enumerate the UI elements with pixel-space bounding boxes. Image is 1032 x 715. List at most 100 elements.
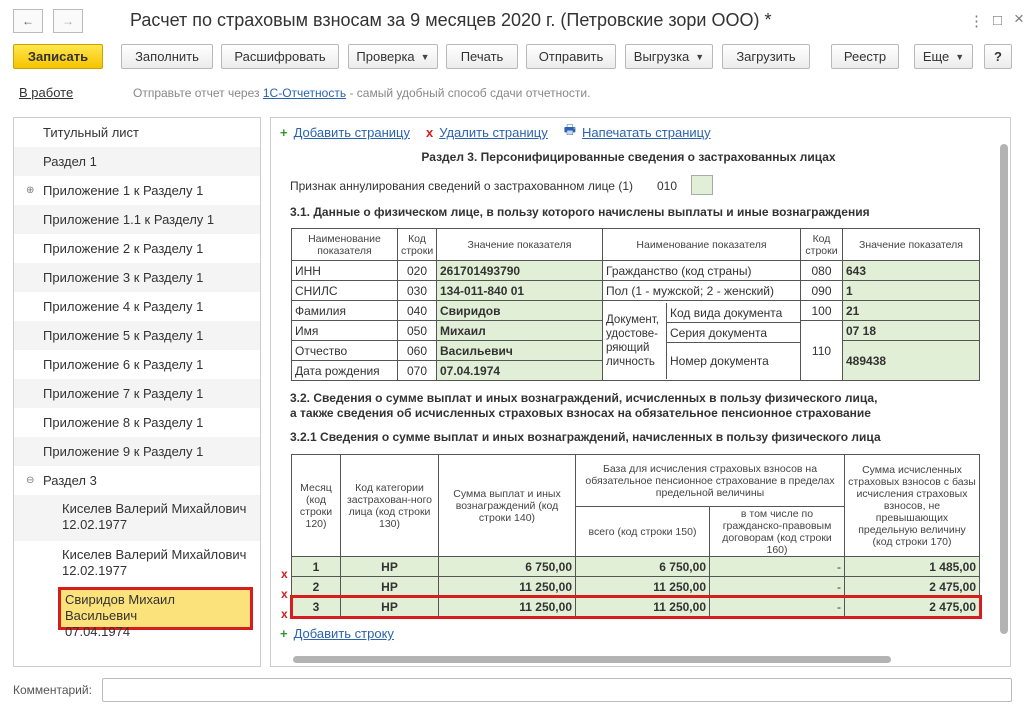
snils-field[interactable]: 134-011-840 01 [436,280,603,301]
s31-title: 3.1. Данные о физическом лице, в пользу … [290,205,870,219]
horizontal-scrollbar[interactable] [293,656,983,664]
fullscreen-icon[interactable]: □ [993,12,1002,29]
citizenship-field[interactable]: 643 [842,260,980,281]
doc-type-field[interactable]: 21 [842,300,980,321]
tree-person-selected[interactable]: Свиридов Михаил Васильевич 07.04.1974 [58,587,253,639]
base-civil-cell[interactable]: - [709,556,845,577]
registry-button[interactable]: Реестр [831,44,899,69]
base-total-cell[interactable]: 11 250,00 [575,576,710,597]
patronymic-field[interactable]: Васильевич [436,340,603,361]
surname-field[interactable]: Свиридов [436,300,603,321]
th-code: Код строки [397,228,437,261]
month-cell[interactable]: 1 [291,556,341,577]
tree-item-section3[interactable]: ⊖ Раздел 3 [14,466,260,495]
dropdown-arrow-icon: ▼ [420,51,430,62]
name-field[interactable]: Михаил [436,320,603,341]
base-total-cell[interactable]: 11 250,00 [575,596,710,617]
reporting-link[interactable]: 1С-Отчетность [263,86,346,100]
doc-number-field[interactable]: 489438 [842,340,980,381]
category-cell[interactable]: НР [340,596,439,617]
collapse-icon[interactable]: ⊖ [26,475,34,486]
print-button[interactable]: Печать [446,44,518,69]
tree-item-section1[interactable]: Раздел 1 [14,147,260,176]
import-button[interactable]: Загрузить [722,44,810,69]
status-message: Отправьте отчет через 1С-Отчетность - са… [133,86,591,100]
amount-cell[interactable]: 11 250,00 [438,576,576,597]
month-cell[interactable]: 2 [291,576,341,597]
doc-series-label: Серия документа [667,323,800,343]
print-page-link[interactable]: 🖶 Напечатать страницу [564,121,711,143]
tree-item-title-page[interactable]: Титульный лист [14,118,260,147]
tree-item-app9[interactable]: Приложение 9 к Разделу 1 [14,437,260,466]
row-label: СНИЛС [291,280,398,301]
base-civil-cell[interactable]: - [709,576,845,597]
expand-icon[interactable]: ⊕ [26,185,34,196]
check-dropdown-button[interactable]: Проверка ▼ [348,44,438,69]
delete-row-icon[interactable]: x [281,607,288,621]
annul-field[interactable] [691,175,713,195]
more-dropdown-button[interactable]: Еще ▼ [914,44,973,69]
add-row-link[interactable]: + Добавить строку [280,626,394,641]
tree-item-app6[interactable]: Приложение 6 к Разделу 1 [14,350,260,379]
table-row: 1 НР 6 750,00 6 750,00 - 1 485,00 [291,556,980,577]
fill-button[interactable]: Заполнить [121,44,213,69]
doc-series-field[interactable]: 07 18 [842,320,980,341]
inn-field[interactable]: 261701493790 [436,260,603,281]
tree-item-app7[interactable]: Приложение 7 к Разделу 1 [14,379,260,408]
month-cell[interactable]: 3 [291,596,341,617]
vertical-scrollbar[interactable] [1000,136,1008,651]
th-month: Месяц (код строки 120) [291,454,341,557]
scroll-thumb[interactable] [1000,144,1008,634]
back-button[interactable]: ← [13,9,43,33]
comment-input[interactable] [102,678,1012,702]
amount-cell[interactable]: 11 250,00 [438,596,576,617]
annul-code: 010 [657,179,678,193]
tree-item-app5[interactable]: Приложение 5 к Разделу 1 [14,321,260,350]
base-civil-cell[interactable]: - [709,596,845,617]
table-row: 2 НР 11 250,00 11 250,00 - 2 475,00 [291,576,980,597]
base-total-cell[interactable]: 6 750,00 [575,556,710,577]
doc-number-label: Номер документа [670,353,769,368]
delete-page-link[interactable]: x Удалить страницу [426,121,548,143]
tree-person-2[interactable]: Киселев Валерий Михайлович 12.02.1977 [14,541,260,587]
section-tree: Титульный лист Раздел 1 ⊕ Приложение 1 к … [13,117,261,667]
category-cell[interactable]: НР [340,576,439,597]
th-value: Значение показателя [436,228,603,261]
tree-item-app4[interactable]: Приложение 4 к Разделу 1 [14,292,260,321]
tree-person-1[interactable]: Киселев Валерий Михайлович 12.02.1977 [14,495,260,541]
plus-icon: + [280,124,288,140]
s32-title-line2: а также сведения об исчисленных страховы… [290,406,871,420]
help-button[interactable]: ? [984,44,1012,69]
birthdate-field[interactable]: 07.04.1974 [436,360,603,381]
contrib-cell[interactable]: 1 485,00 [844,556,980,577]
comment-label: Комментарий: [13,683,92,697]
doc-group-label: Документ, удостове-ряющий личность [604,302,667,379]
delete-row-icon[interactable]: x [281,587,288,601]
row-code: 080 [800,260,843,281]
decode-button[interactable]: Расшифровать [221,44,339,69]
tree-item-app3[interactable]: Приложение 3 к Разделу 1 [14,263,260,292]
send-button[interactable]: Отправить [526,44,616,69]
export-dropdown-button[interactable]: Выгрузка ▼ [625,44,713,69]
row-label: Фамилия [291,300,398,321]
forward-button[interactable]: → [53,9,83,33]
tree-item-app1-1[interactable]: Приложение 1.1 к Разделу 1 [14,205,260,234]
more-icon[interactable]: ⋮ [969,12,984,30]
tree-item-app2[interactable]: Приложение 2 к Разделу 1 [14,234,260,263]
gender-field[interactable]: 1 [842,280,980,301]
close-icon[interactable]: × [1014,9,1024,29]
th-base-civil: в том числе по гражданско-правовым догов… [709,506,845,557]
status-link[interactable]: В работе [19,85,73,100]
tree-item-app8[interactable]: Приложение 8 к Разделу 1 [14,408,260,437]
save-button[interactable]: Записать [13,44,103,69]
tree-item-app1[interactable]: ⊕ Приложение 1 к Разделу 1 [14,176,260,205]
scroll-thumb[interactable] [293,656,891,663]
delete-row-icon[interactable]: x [281,567,288,581]
contrib-cell[interactable]: 2 475,00 [844,576,980,597]
payments-table: Месяц (код строки 120) Код категории зас… [289,454,982,619]
contrib-cell[interactable]: 2 475,00 [844,596,980,617]
add-page-link[interactable]: + Добавить страницу [280,121,410,143]
category-cell[interactable]: НР [340,556,439,577]
th-amount: Сумма выплат и иных вознаграждений (код … [438,454,576,557]
amount-cell[interactable]: 6 750,00 [438,556,576,577]
